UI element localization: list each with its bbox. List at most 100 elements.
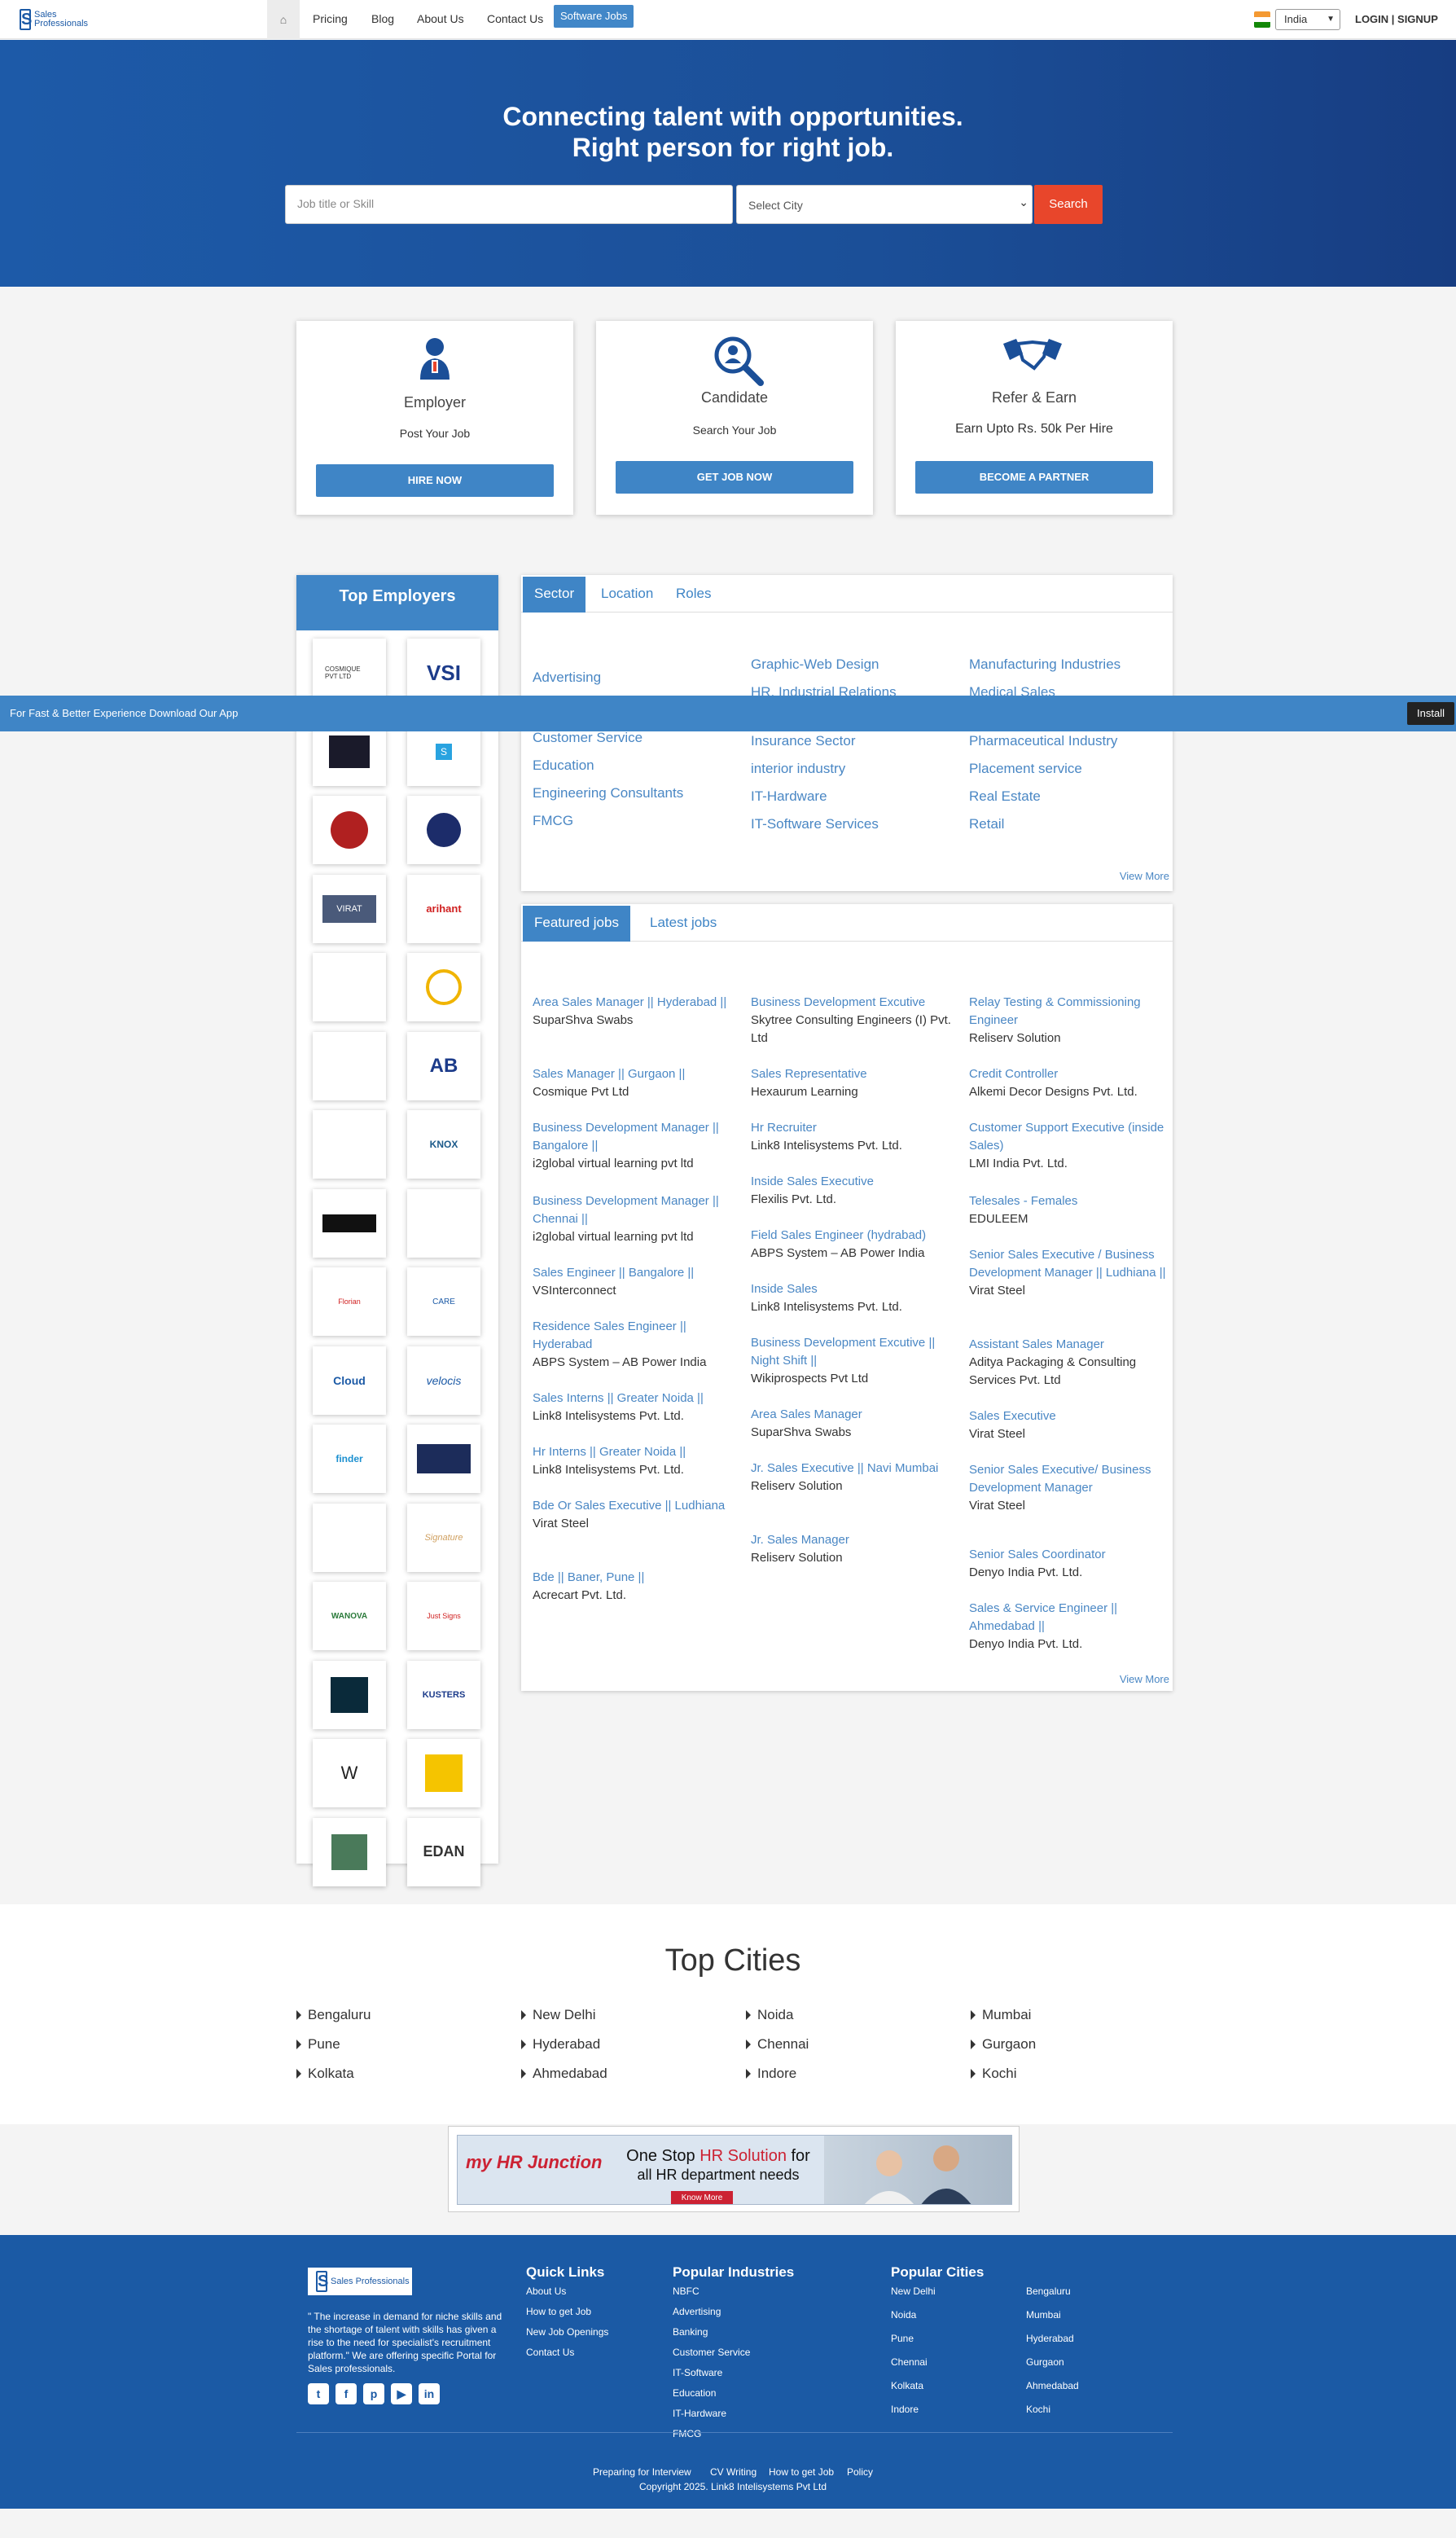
tab-featured-jobs[interactable]: Featured jobs	[523, 906, 630, 942]
facebook-icon[interactable]: f	[335, 2383, 357, 2404]
footer-quick-link[interactable]: About Us	[526, 2286, 566, 2297]
city-link[interactable]: Bengaluru	[296, 2007, 371, 2023]
job-title[interactable]: Sales Representative	[751, 1065, 954, 1083]
employer-logo[interactable]	[407, 1739, 480, 1807]
sector-link[interactable]: Engineering Consultants	[533, 785, 683, 801]
employer-logo[interactable]	[313, 953, 386, 1021]
employer-logo[interactable]: VIRAT	[313, 874, 386, 943]
employer-logo[interactable]	[407, 1188, 480, 1258]
footer-industry-link[interactable]: Customer Service	[673, 2347, 750, 2358]
footer-city-link[interactable]: Bengaluru	[1026, 2286, 1071, 2297]
city-link[interactable]: New Delhi	[521, 2007, 595, 2023]
job-listing[interactable]: Inside Sales Executive Flexilis Pvt. Ltd.	[751, 1173, 954, 1209]
employer-logo[interactable]: finder	[313, 1425, 386, 1493]
sector-link[interactable]: Advertising	[533, 670, 601, 686]
employer-logo[interactable]: arihant	[407, 874, 480, 943]
job-title[interactable]: Relay Testing & Commissioning Engineer	[969, 994, 1173, 1030]
job-listing[interactable]: Hr Interns || Greater Noida || Link8 Inte…	[533, 1443, 736, 1479]
footer-quick-link[interactable]: New Job Openings	[526, 2326, 608, 2338]
employer-logo[interactable]: EDAN	[407, 1817, 480, 1886]
footer-industry-link[interactable]: IT-Software	[673, 2367, 722, 2378]
footer-industry-link[interactable]: Banking	[673, 2326, 708, 2338]
job-title[interactable]: Business Development Manager || Chennai …	[533, 1192, 736, 1228]
footer-city-link[interactable]: Kochi	[1026, 2404, 1050, 2415]
tab-latest-jobs[interactable]: Latest jobs	[638, 904, 728, 942]
job-title[interactable]: Sales & Service Engineer || Ahmedabad ||	[969, 1600, 1173, 1636]
city-link[interactable]: Indore	[746, 2066, 796, 2082]
employer-logo[interactable]	[313, 1817, 386, 1886]
search-button[interactable]: Search	[1034, 185, 1103, 224]
employer-logo[interactable]	[313, 1660, 386, 1729]
employer-logo[interactable]: Signature	[407, 1503, 480, 1572]
sector-link[interactable]: Education	[533, 757, 594, 774]
nav-blog[interactable]: Blog	[371, 12, 394, 25]
job-title[interactable]: Sales Manager || Gurgaon ||	[533, 1065, 736, 1083]
employer-logo[interactable]: W	[313, 1739, 386, 1807]
footer-industry-link[interactable]: Education	[673, 2387, 716, 2399]
home-icon[interactable]: ⌂	[267, 0, 300, 39]
city-select[interactable]: Select City ⌄	[736, 185, 1033, 224]
employer-logo[interactable]	[313, 1503, 386, 1572]
sector-link[interactable]: IT-Software Services	[751, 816, 879, 832]
employer-logo[interactable]: KUSTERS	[407, 1660, 480, 1729]
sector-view-more[interactable]: View More	[1120, 870, 1169, 882]
tab-roles[interactable]: Roles	[664, 575, 722, 613]
job-title[interactable]: Sales Executive	[969, 1407, 1173, 1425]
site-logo[interactable]: S Sales Professionals	[20, 7, 101, 33]
job-listing[interactable]: Inside Sales Link8 Intelisystems Pvt. Ltd…	[751, 1280, 954, 1316]
footer-quick-link[interactable]: How to get Job	[526, 2306, 591, 2317]
job-title[interactable]: Hr Recruiter	[751, 1119, 954, 1137]
get-job-now-button[interactable]: GET JOB NOW	[616, 461, 853, 494]
job-title[interactable]: Hr Interns || Greater Noida ||	[533, 1443, 736, 1461]
city-link[interactable]: Pune	[296, 2036, 340, 2053]
nav-software-jobs[interactable]: Software Jobs	[554, 5, 634, 28]
linkedin-icon[interactable]: in	[419, 2383, 440, 2404]
employer-logo[interactable]: Just Signs	[407, 1582, 480, 1650]
sector-link[interactable]: IT-Hardware	[751, 788, 827, 805]
job-title[interactable]: Senior Sales Executive / Business Develo…	[969, 1246, 1173, 1282]
footer-city-link[interactable]: Indore	[891, 2404, 919, 2415]
job-title[interactable]: Bde || Baner, Pune ||	[533, 1569, 736, 1587]
city-link[interactable]: Noida	[746, 2007, 793, 2023]
nav-about[interactable]: About Us	[417, 12, 464, 25]
login-signup-link[interactable]: LOGIN | SIGNUP	[1355, 13, 1438, 25]
ad-know-more-button[interactable]: Know More	[671, 2191, 733, 2204]
job-title[interactable]: Bde Or Sales Executive || Ludhiana	[533, 1497, 736, 1515]
footer-industry-link[interactable]: FMCG	[673, 2428, 701, 2439]
footer-city-link[interactable]: Chennai	[891, 2356, 928, 2368]
sector-link[interactable]: Real Estate	[969, 788, 1041, 805]
job-listing[interactable]: Jr. Sales Manager Reliserv Solution	[751, 1531, 954, 1567]
job-listing[interactable]: Senior Sales Executive/ Business Develop…	[969, 1461, 1173, 1515]
job-listing[interactable]: Field Sales Engineer (hydrabad) ABPS Syst…	[751, 1227, 954, 1262]
job-listing[interactable]: Senior Sales Executive / Business Develo…	[969, 1246, 1173, 1300]
twitter-icon[interactable]: t	[308, 2383, 329, 2404]
job-listing[interactable]: Area Sales Manager || Hyderabad || SuparS…	[533, 994, 736, 1030]
job-listing[interactable]: Telesales - Females EDULEEM	[969, 1192, 1173, 1228]
footer-city-link[interactable]: Kolkata	[891, 2380, 923, 2391]
employer-logo[interactable]	[313, 796, 386, 864]
hr-junction-ad[interactable]: my HR Junction One Stop HR Solution for …	[448, 2126, 1020, 2212]
footer-city-link[interactable]: Hyderabad	[1026, 2333, 1074, 2344]
job-listing[interactable]: Senior Sales Coordinator Denyo India Pvt.…	[969, 1546, 1173, 1582]
employer-logo[interactable]: CARE	[407, 1267, 480, 1336]
job-title[interactable]: Credit Controller	[969, 1065, 1173, 1083]
job-listing[interactable]: Sales Representative Hexaurum Learning	[751, 1065, 954, 1101]
employer-logo[interactable]: AB	[407, 1031, 480, 1100]
footer-industry-link[interactable]: IT-Hardware	[673, 2408, 726, 2419]
pinterest-icon[interactable]: p	[363, 2383, 384, 2404]
job-listing[interactable]: Residence Sales Engineer || Hyderabad ABP…	[533, 1318, 736, 1372]
job-title[interactable]: Area Sales Manager || Hyderabad ||	[533, 994, 736, 1012]
sector-link[interactable]: Placement service	[969, 761, 1082, 777]
job-title[interactable]: Jr. Sales Manager	[751, 1531, 954, 1549]
employer-logo[interactable]	[313, 1188, 386, 1258]
employer-logo[interactable]	[407, 796, 480, 864]
city-link[interactable]: Ahmedabad	[521, 2066, 607, 2082]
footer-city-link[interactable]: Gurgaon	[1026, 2356, 1064, 2368]
install-button[interactable]: Install	[1407, 702, 1454, 725]
job-title[interactable]: Field Sales Engineer (hydrabad)	[751, 1227, 954, 1245]
city-link[interactable]: Kolkata	[296, 2066, 354, 2082]
tab-location[interactable]: Location	[590, 575, 664, 613]
become-partner-button[interactable]: BECOME A PARTNER	[915, 461, 1153, 494]
footer-city-link[interactable]: Noida	[891, 2309, 916, 2321]
employer-logo[interactable]	[407, 1425, 480, 1493]
